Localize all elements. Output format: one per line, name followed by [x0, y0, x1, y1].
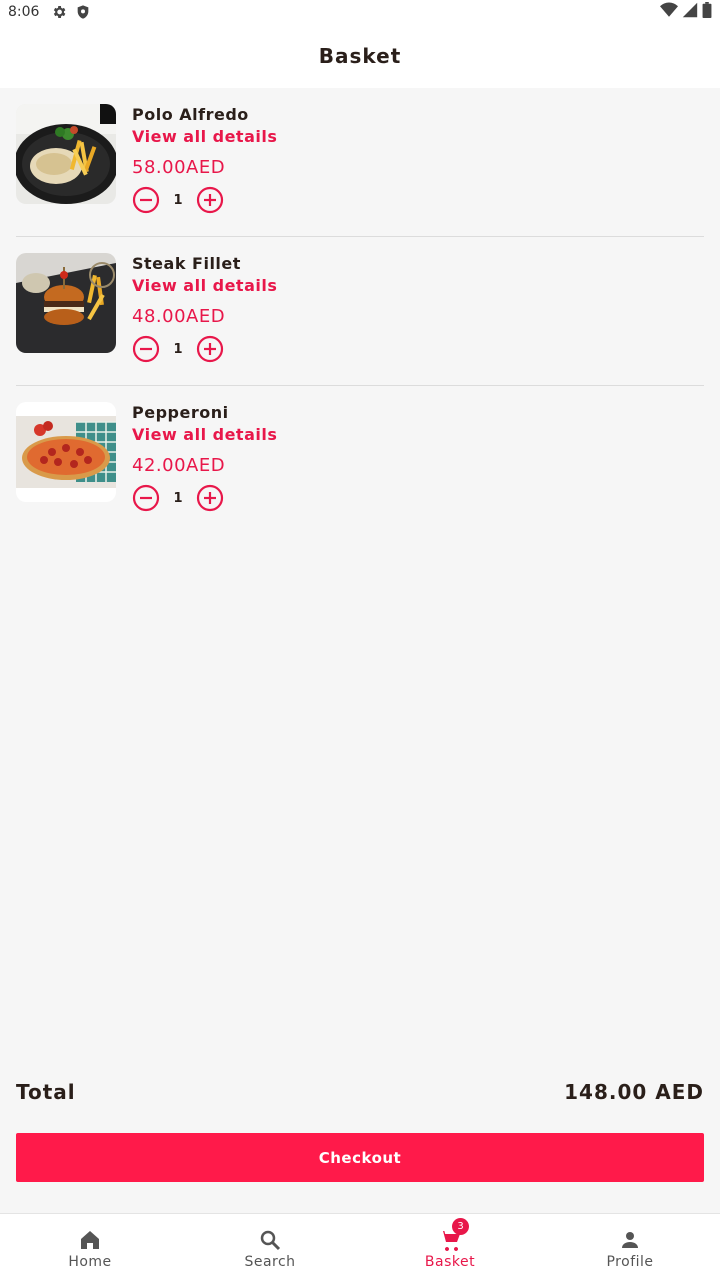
signal-icon: [682, 2, 698, 22]
app-bar: Basket: [0, 24, 720, 88]
nav-label: Home: [68, 1254, 112, 1270]
minus-circle-icon: [132, 484, 160, 512]
page-title: Basket: [318, 44, 402, 68]
settings-icon: [51, 4, 67, 20]
checkout-button[interactable]: Checkout: [16, 1133, 704, 1182]
quantity-value: 1: [173, 490, 183, 506]
decrease-quantity-button[interactable]: [132, 186, 160, 214]
plus-circle-icon: [196, 335, 224, 363]
quantity-stepper: 1: [132, 186, 224, 214]
total-label: Total: [16, 1080, 76, 1104]
status-bar: 8:06: [0, 0, 720, 24]
battery-icon: [702, 2, 712, 22]
total-amount: 148.00 AED: [564, 1080, 704, 1104]
increase-quantity-button[interactable]: [196, 335, 224, 363]
minus-circle-icon: [132, 335, 160, 363]
decrease-quantity-button[interactable]: [132, 335, 160, 363]
view-details-link[interactable]: View all details: [132, 127, 277, 146]
home-icon: [78, 1228, 102, 1252]
item-image: [16, 253, 116, 353]
quantity-value: 1: [173, 341, 183, 357]
basket-item: Steak Fillet View all details 48.00AED 1: [16, 237, 704, 386]
item-price: 48.00AED: [132, 306, 226, 327]
nav-item-profile[interactable]: Profile: [540, 1214, 720, 1280]
total-row: Total 148.00 AED: [16, 1080, 704, 1104]
plus-circle-icon: [196, 484, 224, 512]
nav-label: Basket: [424, 1254, 476, 1270]
nav-label: Profile: [606, 1254, 654, 1270]
minus-circle-icon: [132, 186, 160, 214]
bottom-nav: Home Search 3 Basket Profile: [0, 1213, 720, 1280]
nav-label: Search: [244, 1254, 296, 1270]
status-time: 8:06: [8, 4, 40, 20]
quantity-stepper: 1: [132, 484, 224, 512]
basket-item: Polo Alfredo View all details 58.00AED 1: [16, 88, 704, 237]
nav-item-search[interactable]: Search: [180, 1214, 360, 1280]
view-details-link[interactable]: View all details: [132, 425, 277, 444]
quantity-value: 1: [173, 192, 183, 208]
nav-item-home[interactable]: Home: [0, 1214, 180, 1280]
shield-icon: [75, 4, 91, 20]
item-price: 42.00AED: [132, 455, 226, 476]
item-image: [16, 104, 116, 204]
increase-quantity-button[interactable]: [196, 186, 224, 214]
increase-quantity-button[interactable]: [196, 484, 224, 512]
decrease-quantity-button[interactable]: [132, 484, 160, 512]
cart-badge: 3: [452, 1218, 469, 1235]
search-icon: [258, 1228, 282, 1252]
nav-item-basket[interactable]: 3 Basket: [360, 1214, 540, 1280]
plus-circle-icon: [196, 186, 224, 214]
person-icon: [618, 1228, 642, 1252]
view-details-link[interactable]: View all details: [132, 276, 277, 295]
item-price: 58.00AED: [132, 157, 226, 178]
quantity-stepper: 1: [132, 335, 224, 363]
item-name: Pepperoni: [132, 403, 229, 422]
item-image: [16, 402, 116, 502]
cart-icon: 3: [438, 1218, 469, 1252]
basket-item: Pepperoni View all details 42.00AED 1: [16, 386, 704, 535]
item-name: Steak Fillet: [132, 254, 241, 273]
item-name: Polo Alfredo: [132, 105, 249, 124]
wifi-icon: [660, 2, 678, 22]
